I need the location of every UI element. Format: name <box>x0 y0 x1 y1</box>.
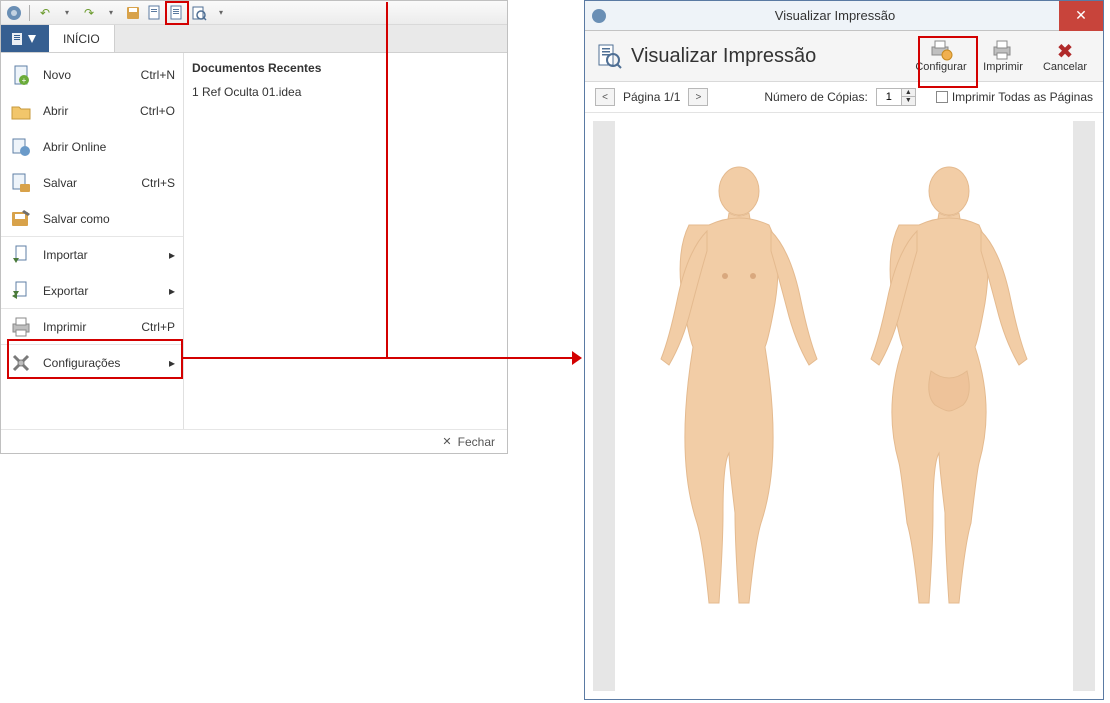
menu-shortcut: Ctrl+P <box>141 320 175 334</box>
menu-novo[interactable]: + Novo Ctrl+N <box>1 57 183 93</box>
submenu-arrow-icon: ▸ <box>169 284 175 298</box>
menu-label: Abrir Online <box>43 140 106 154</box>
undo-icon[interactable]: ↶ <box>36 4 54 22</box>
spinner-up[interactable]: ▲ <box>901 89 915 97</box>
preview-page <box>619 121 1069 691</box>
print-preview-dialog: Visualizar Impressão ✕ Visualizar Impres… <box>584 0 1104 700</box>
menu-label: Novo <box>43 68 71 82</box>
scroll-gutter-left <box>593 121 615 691</box>
close-button[interactable]: Fechar <box>458 435 495 449</box>
dialog-header: Visualizar Impressão Configurar Imprimir… <box>585 31 1103 82</box>
menu-imprimir[interactable]: Imprimir Ctrl+P <box>1 309 183 345</box>
file-tab[interactable] <box>1 25 49 52</box>
app-main-window: ↶ ▾ ↷ ▾ ▾ INÍCIO + Novo <box>0 0 508 454</box>
file-menu: + Novo Ctrl+N Abrir Ctrl+O Abrir Online <box>1 53 507 429</box>
print-all-pages-checkbox[interactable]: Imprimir Todas as Páginas <box>936 90 1093 104</box>
menu-label: Importar <box>43 248 88 262</box>
menu-salvar-como[interactable]: Salvar como <box>1 201 183 237</box>
menu-label: Imprimir <box>43 320 86 334</box>
submenu-arrow-icon: ▸ <box>169 356 175 370</box>
preview-icon <box>595 42 623 70</box>
export-icon <box>9 280 33 302</box>
settings-icon <box>9 352 33 374</box>
toolbar-customize[interactable]: ▾ <box>212 4 230 22</box>
redo-dropdown[interactable]: ▾ <box>102 4 120 22</box>
tab-inicio[interactable]: INÍCIO <box>49 25 115 52</box>
dialog-titlebar: Visualizar Impressão ✕ <box>585 1 1103 31</box>
recent-document-item[interactable]: 1 Ref Oculta 01.idea <box>184 81 507 103</box>
preview-area <box>585 113 1103 699</box>
menu-label: Salvar <box>43 176 77 190</box>
open-folder-icon <box>9 100 33 122</box>
action-imprimir[interactable]: Imprimir <box>975 37 1031 75</box>
svg-text:+: + <box>22 76 27 85</box>
menu-shortcut: Ctrl+S <box>141 176 175 190</box>
recent-documents-header: Documentos Recentes <box>184 53 507 81</box>
ribbon-tabstrip: INÍCIO <box>1 25 507 53</box>
copies-label: Número de Cópias: <box>764 90 867 104</box>
recent-documents-panel: Documentos Recentes 1 Ref Oculta 01.idea <box>184 53 507 429</box>
copies-spinner[interactable]: ▲ ▼ <box>876 88 916 106</box>
menu-footer: ✕ Fechar <box>1 429 507 453</box>
dialog-window-title: Visualizar Impressão <box>611 8 1059 23</box>
printer-icon <box>9 316 33 338</box>
menu-label: Exportar <box>43 284 88 298</box>
save-icon[interactable] <box>124 4 142 22</box>
action-label: Configurar <box>915 61 966 73</box>
menu-shortcut: Ctrl+N <box>141 68 175 82</box>
annotation-arrow-head <box>572 351 582 365</box>
printer-icon <box>991 39 1015 61</box>
dialog-close-button[interactable]: ✕ <box>1059 1 1103 31</box>
separator <box>29 5 30 21</box>
annotation-arrow-line <box>182 357 574 359</box>
page-prev-button[interactable]: < <box>595 88 615 106</box>
menu-importar[interactable]: Importar ▸ <box>1 237 183 273</box>
quick-access-toolbar: ↶ ▾ ↷ ▾ ▾ <box>1 1 507 25</box>
menu-label: Salvar como <box>43 212 110 226</box>
menu-exportar[interactable]: Exportar ▸ <box>1 273 183 309</box>
page-next-button[interactable]: > <box>688 88 708 106</box>
action-configurar[interactable]: Configurar <box>913 37 969 75</box>
printer-settings-icon <box>929 39 953 61</box>
menu-salvar[interactable]: Salvar Ctrl+S <box>1 165 183 201</box>
undo-dropdown[interactable]: ▾ <box>58 4 76 22</box>
menu-label: Abrir <box>43 104 68 118</box>
body-back-figure <box>859 161 1039 631</box>
menu-configuracoes[interactable]: Configurações ▸ <box>1 345 183 381</box>
menu-shortcut: Ctrl+O <box>140 104 175 118</box>
page-indicator: Página 1/1 <box>623 90 680 104</box>
dialog-app-icon <box>591 8 611 24</box>
redo-icon[interactable]: ↷ <box>80 4 98 22</box>
scroll-gutter-right <box>1073 121 1095 691</box>
new-document-icon: + <box>9 64 33 86</box>
save-as-icon <box>9 208 33 230</box>
app-icon <box>5 4 23 22</box>
menu-abrir[interactable]: Abrir Ctrl+O <box>1 93 183 129</box>
action-cancelar[interactable]: ✖ Cancelar <box>1037 37 1093 75</box>
spinner-down[interactable]: ▼ <box>901 97 915 105</box>
action-label: Imprimir <box>983 61 1023 73</box>
dialog-actions: Configurar Imprimir ✖ Cancelar <box>913 37 1093 75</box>
open-online-icon <box>9 136 33 158</box>
submenu-arrow-icon: ▸ <box>169 248 175 262</box>
menu-abrir-online[interactable]: Abrir Online <box>1 129 183 165</box>
print-preview-icon[interactable] <box>190 4 208 22</box>
import-icon <box>9 244 33 266</box>
dialog-controls: < Página 1/1 > Número de Cópias: ▲ ▼ Imp… <box>585 82 1103 113</box>
cancel-icon: ✖ <box>1057 39 1074 61</box>
action-label: Cancelar <box>1043 61 1087 73</box>
annotation-line <box>386 2 388 358</box>
document2-icon[interactable] <box>168 4 186 22</box>
copies-input[interactable] <box>877 89 901 105</box>
checkbox-label: Imprimir Todas as Páginas <box>952 90 1093 104</box>
dialog-header-title: Visualizar Impressão <box>631 45 905 68</box>
close-x-icon: ✕ <box>442 435 451 448</box>
menu-label: Configurações <box>43 356 120 370</box>
file-menu-items: + Novo Ctrl+N Abrir Ctrl+O Abrir Online <box>1 53 184 429</box>
save-icon <box>9 172 33 194</box>
body-front-figure <box>649 161 829 631</box>
document-icon[interactable] <box>146 4 164 22</box>
checkbox-box <box>936 91 948 103</box>
